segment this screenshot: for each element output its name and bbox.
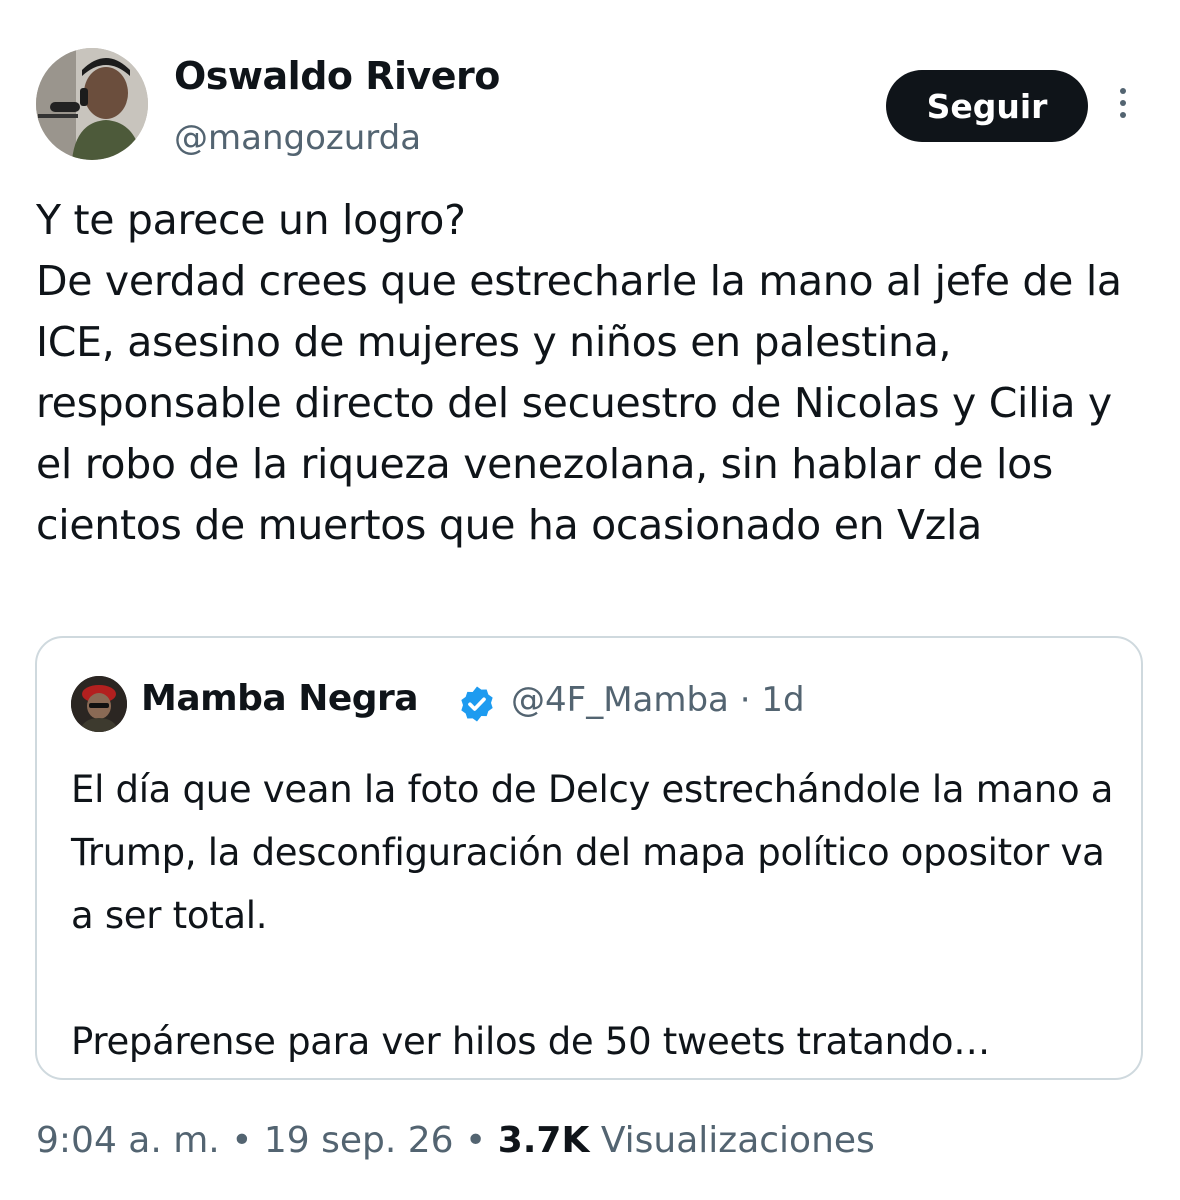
quoted-avatar-photo bbox=[71, 676, 127, 732]
author-avatar[interactable] bbox=[36, 48, 148, 160]
meta-separator: • bbox=[219, 1120, 264, 1161]
quoted-tweet[interactable]: Mamba Negra @4F_Mamba · 1d El día que ve… bbox=[35, 636, 1143, 1080]
tweet-meta: 9:04 a. m. • 19 sep. 26 • 3.7K Visualiza… bbox=[36, 1120, 875, 1161]
quoted-avatar[interactable] bbox=[71, 676, 127, 732]
quoted-author-name[interactable]: Mamba Negra bbox=[141, 678, 419, 719]
views-label: Visualizaciones bbox=[589, 1120, 875, 1161]
tweet-date[interactable]: 19 sep. 26 bbox=[264, 1120, 454, 1161]
author-photo bbox=[36, 48, 148, 160]
tweet-time[interactable]: 9:04 a. m. bbox=[36, 1120, 220, 1161]
more-options-icon[interactable] bbox=[1110, 88, 1136, 128]
follow-button[interactable]: Seguir bbox=[886, 70, 1088, 142]
view-count: 3.7K bbox=[497, 1120, 590, 1161]
tweet-text: Y te parece un logro? De verdad crees qu… bbox=[36, 196, 1122, 549]
quoted-tweet-text: El día que vean la foto de Delcy estrech… bbox=[71, 768, 1114, 1063]
author-name[interactable]: Oswaldo Rivero bbox=[174, 54, 500, 98]
quoted-handle-time: @4F_Mamba · 1d bbox=[511, 680, 805, 720]
meta-separator: • bbox=[453, 1120, 498, 1161]
verified-badge-icon bbox=[457, 684, 497, 724]
author-handle[interactable]: @mangozurda bbox=[174, 118, 421, 158]
